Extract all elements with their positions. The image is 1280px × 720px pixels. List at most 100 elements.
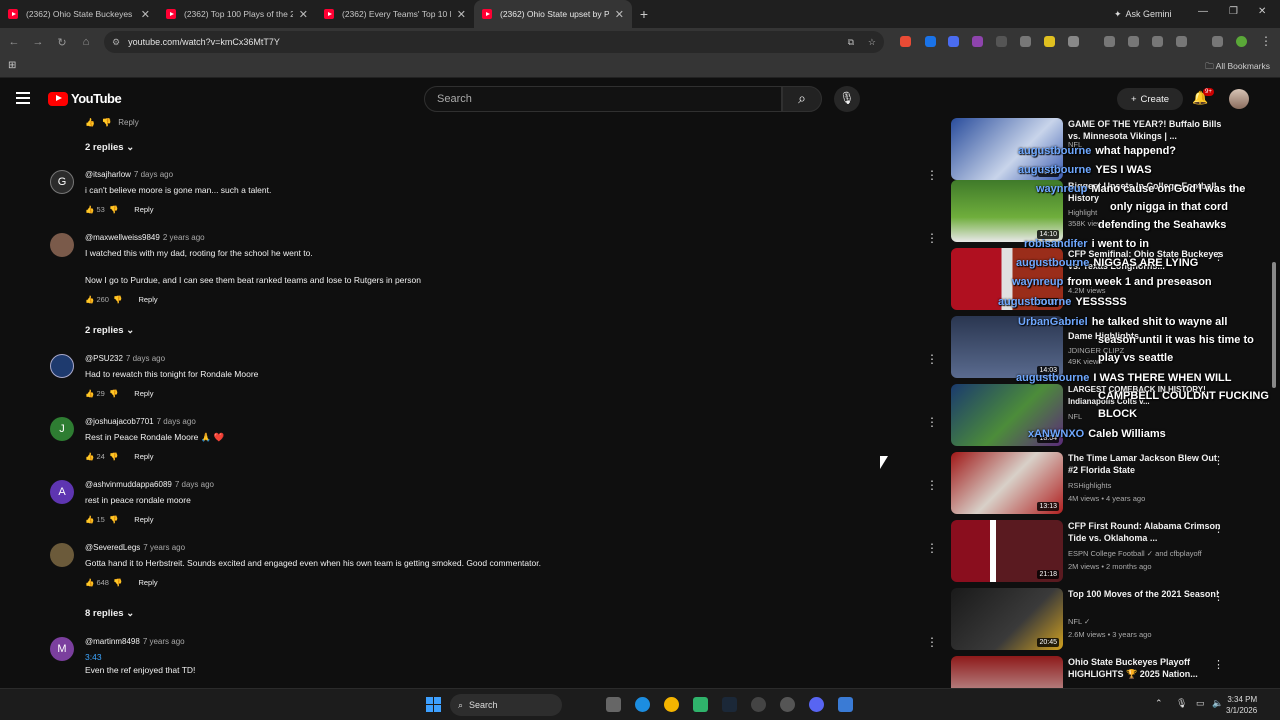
reading-mode-icon[interactable] [1104, 36, 1115, 47]
extension-icon[interactable] [1044, 36, 1055, 47]
like-icon[interactable]: 👍 [85, 295, 94, 304]
download-icon[interactable] [1176, 36, 1187, 47]
extension-icon[interactable] [972, 36, 983, 47]
video-title[interactable]: The Time Lamar Jackson Blew Out #2 Flori… [1068, 452, 1228, 476]
extensions-puzzle-icon[interactable] [1068, 36, 1079, 47]
forward-icon[interactable]: → [26, 36, 50, 48]
back-icon[interactable]: ← [2, 36, 26, 48]
commenter-avatar[interactable] [50, 543, 74, 567]
comment-author[interactable]: @maxwellweiss9849 [85, 233, 160, 242]
microphone-icon[interactable]: 🎙 [834, 86, 860, 112]
extension-icon[interactable] [1020, 36, 1031, 47]
video-title[interactable]: Ohio State Buckeyes Playoff HIGHLIGHTS 🏆… [1068, 656, 1228, 680]
commenter-avatar[interactable] [50, 354, 74, 378]
like-icon[interactable]: 👍 [85, 205, 94, 214]
commenter-avatar[interactable] [50, 233, 74, 257]
commenter-avatar[interactable]: G [50, 170, 74, 194]
reload-icon[interactable]: ↻ [50, 36, 74, 49]
discord-icon[interactable] [809, 697, 824, 712]
extension-icon[interactable] [996, 36, 1007, 47]
dislike-icon[interactable]: 👎 [109, 452, 118, 461]
taskbar-clock[interactable]: 3:34 PM 3/1/2026 [1226, 694, 1257, 716]
video-title[interactable]: Top 100 Moves of the 2021 Season! [1068, 588, 1228, 600]
comment-menu-icon[interactable]: ⋮ [926, 415, 938, 429]
comment-menu-icon[interactable]: ⋮ [926, 478, 938, 492]
minimize-icon[interactable]: — [1198, 6, 1208, 17]
like-icon[interactable]: 👍 [85, 452, 94, 461]
commenter-avatar[interactable]: J [50, 417, 74, 441]
extension-icon[interactable] [948, 36, 959, 47]
video-channel[interactable]: Highlight [1068, 208, 1097, 217]
comment-author[interactable]: @PSU232 [85, 354, 123, 363]
timestamp-link[interactable]: 3:43 [85, 652, 102, 662]
comment-menu-icon[interactable]: ⋮ [926, 541, 938, 555]
microphone-tray-icon[interactable]: 🎙 [1176, 698, 1187, 709]
comment-time[interactable]: 7 days ago [175, 480, 214, 489]
dislike-icon[interactable]: 👎 [113, 295, 122, 304]
taskbar-search[interactable]: ⌕ Search [450, 694, 562, 716]
settings-icon[interactable] [780, 697, 795, 712]
commenter-avatar[interactable]: M [50, 637, 74, 661]
search-icon[interactable]: ⌕ [782, 86, 822, 112]
browser-tab[interactable]: (2362) Ohio State Buckeyes Pla...✕ [0, 0, 158, 28]
video-title[interactable]: CFP First Round: Alabama Crimson Tide vs… [1068, 520, 1228, 544]
chrome-browser-icon[interactable] [664, 697, 679, 712]
replies-toggle[interactable]: 2 replies ⌄ [85, 325, 134, 336]
home-icon[interactable]: ⌂ [74, 36, 98, 48]
link-icon[interactable] [1128, 36, 1139, 47]
comment-time[interactable]: 7 days ago [126, 354, 165, 363]
account-avatar[interactable] [1229, 89, 1249, 109]
comment-menu-icon[interactable]: ⋮ [926, 352, 938, 366]
comment-menu-icon[interactable]: ⋮ [926, 231, 938, 245]
comment-author[interactable]: @itsajharlow [85, 170, 131, 179]
comment-time[interactable]: 7 years ago [143, 543, 185, 552]
browser-menu-icon[interactable]: ⋮ [1260, 34, 1272, 48]
app-icon[interactable] [693, 697, 708, 712]
video-title[interactable]: GAME OF THE YEAR?! Buffalo Bills vs. Min… [1068, 118, 1228, 142]
install-icon[interactable]: ⧉ [848, 37, 854, 48]
video-channel[interactable]: NFL ✓ [1068, 617, 1090, 626]
commenter-avatar[interactable]: A [50, 480, 74, 504]
tab-search-icon[interactable] [1212, 36, 1223, 47]
video-channel[interactable]: ESPN College Football ✓ and cfbplayoff [1068, 549, 1202, 558]
apps-grid-icon[interactable]: ⊞ [8, 60, 16, 71]
comment-time[interactable]: 7 days ago [134, 170, 173, 179]
site-info-icon[interactable]: ⚙ [112, 37, 120, 48]
maximize-icon[interactable]: ❐ [1229, 6, 1238, 17]
replies-toggle[interactable]: 8 replies ⌄ [85, 608, 134, 619]
dislike-icon[interactable]: 👎 [113, 578, 122, 587]
app-icon[interactable] [838, 697, 853, 712]
like-icon[interactable]: 👍 [85, 389, 94, 398]
ask-gemini-button[interactable]: ✦ Ask Gemini [1106, 6, 1180, 22]
comment-author[interactable]: @SeveredLegs [85, 543, 140, 552]
close-tab-icon[interactable]: ✕ [299, 8, 308, 21]
youtube-logo[interactable]: YouTube [48, 91, 122, 106]
page-scrollbar[interactable] [1272, 262, 1276, 388]
comment-time[interactable]: 7 years ago [143, 637, 185, 646]
replies-toggle[interactable]: 2 replies ⌄ [85, 142, 134, 153]
comment-menu-icon[interactable]: ⋮ [926, 168, 938, 182]
bookmark-star-icon[interactable]: ☆ [868, 37, 876, 48]
reply-button[interactable]: Reply [134, 515, 153, 524]
reply-button[interactable]: Reply [134, 452, 153, 461]
file-explorer-icon[interactable] [606, 697, 621, 712]
related-video[interactable]: 21:18 CFP First Round: Alabama Crimson T… [951, 520, 1263, 584]
edge-browser-icon[interactable] [635, 697, 650, 712]
browser-tab-active[interactable]: (2362) Ohio State upset by Puro...✕ [474, 0, 632, 28]
create-button[interactable]: + Create [1117, 88, 1183, 110]
comment-menu-icon[interactable]: ⋮ [926, 635, 938, 649]
steam-icon[interactable] [722, 697, 737, 712]
like-icon[interactable]: 👍 [85, 578, 94, 587]
network-icon[interactable]: ▭ [1196, 698, 1205, 709]
dislike-icon[interactable]: 👎 [109, 389, 118, 398]
video-thumbnail[interactable]: 21:18 [951, 520, 1063, 582]
video-channel[interactable]: NFL [1068, 412, 1082, 421]
extension-icon[interactable] [900, 36, 911, 47]
reply-button[interactable]: Reply [134, 205, 153, 214]
new-tab-icon[interactable]: + [632, 6, 656, 22]
related-video[interactable]: Ohio State Buckeyes Playoff HIGHLIGHTS 🏆… [951, 656, 1263, 688]
comment-time[interactable]: 2 years ago [163, 233, 205, 242]
windows-start-icon[interactable] [426, 697, 441, 712]
related-video[interactable]: 20:45 Top 100 Moves of the 2021 Season! … [951, 588, 1263, 652]
close-tab-icon[interactable]: ✕ [141, 8, 150, 21]
